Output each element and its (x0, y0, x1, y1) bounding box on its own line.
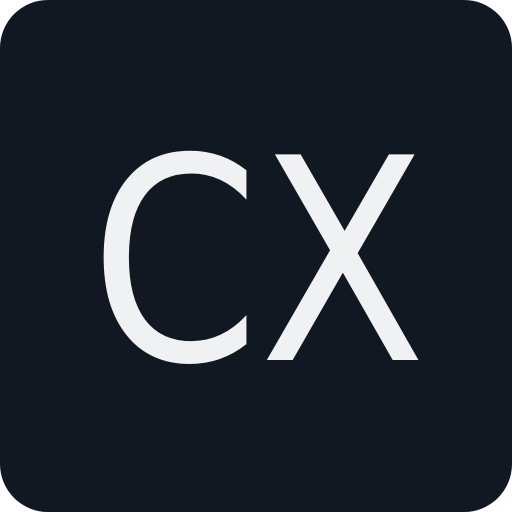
app-icon: CX (0, 0, 512, 512)
monogram-text: CX (90, 98, 426, 427)
monogram-logo: CX (90, 98, 426, 427)
